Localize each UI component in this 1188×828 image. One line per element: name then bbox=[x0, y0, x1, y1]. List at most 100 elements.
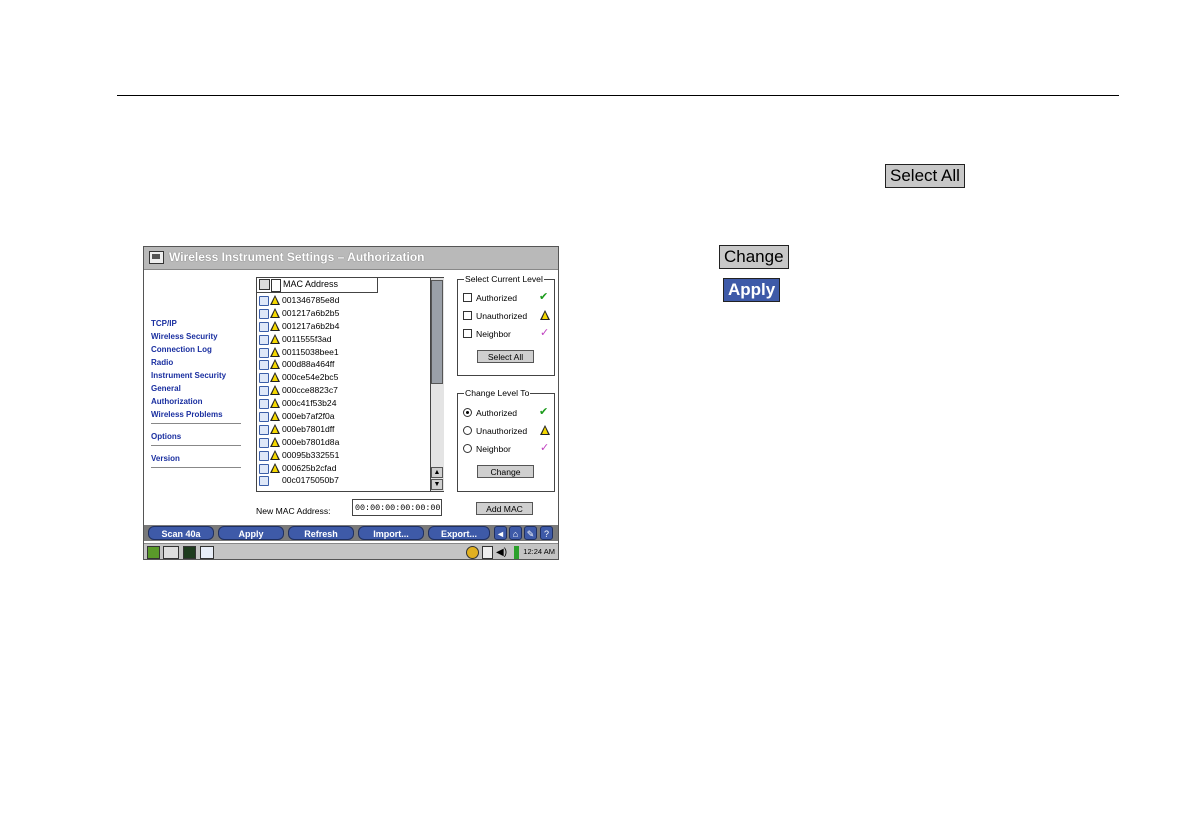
help-icon[interactable]: ? bbox=[540, 526, 553, 540]
clipboard-icon[interactable] bbox=[482, 546, 493, 559]
scroll-up-arrow-icon[interactable]: ▲ bbox=[431, 467, 443, 478]
list-item[interactable]: 000625b2cfad bbox=[257, 462, 429, 475]
list-item[interactable]: 001346785e8d bbox=[257, 294, 429, 307]
wrench-icon[interactable]: ✎ bbox=[524, 526, 537, 540]
mac-address-text: 001217a6b2b4 bbox=[282, 320, 340, 331]
change-inline-button: Change bbox=[719, 245, 789, 269]
terminal-icon[interactable] bbox=[183, 546, 196, 559]
authorized-radio-label: Authorized bbox=[476, 408, 518, 418]
new-mac-input[interactable]: 00:00:00:00:00:00 bbox=[352, 499, 442, 516]
back-arrow-icon[interactable]: ◄ bbox=[494, 526, 507, 540]
select-all-button[interactable]: Select All bbox=[477, 350, 534, 363]
refresh-button[interactable]: Refresh bbox=[288, 526, 354, 540]
select-current-level-group: Select Current Level Authorized ✔ Unauth… bbox=[457, 274, 555, 376]
sidebar-item-connection-log[interactable]: Connection Log bbox=[151, 343, 243, 356]
checkbox-icon bbox=[463, 329, 472, 338]
neighbor-check-icon: ✓ bbox=[540, 442, 550, 454]
mac-address-column-header[interactable]: MAC Address bbox=[283, 279, 338, 289]
station-device-icon bbox=[259, 412, 269, 423]
warning-icon bbox=[270, 385, 280, 396]
home-icon[interactable]: ⌂ bbox=[509, 526, 522, 540]
checkbox-icon bbox=[463, 293, 472, 302]
export-button[interactable]: Export... bbox=[428, 526, 490, 540]
station-device-icon bbox=[259, 424, 269, 435]
mac-rows: 001346785e8d 001217a6b2b5 001217a6b2b4 0011… bbox=[257, 294, 429, 487]
list-scrollbar[interactable]: ▲ ▼ bbox=[430, 278, 444, 491]
station-device-icon bbox=[259, 463, 269, 474]
sidebar-item-radio[interactable]: Radio bbox=[151, 356, 243, 369]
status-column-icon bbox=[271, 279, 281, 292]
mac-address-list[interactable]: MAC Address 001346785e8d 001217a6b2b5 0012… bbox=[256, 277, 444, 492]
sidebar-item-authorization[interactable]: Authorization bbox=[151, 395, 243, 408]
keyboard-icon[interactable] bbox=[163, 546, 179, 559]
warning-icon bbox=[270, 295, 280, 305]
network-icon[interactable] bbox=[466, 546, 479, 559]
neighbor-radio[interactable]: Neighbor bbox=[463, 443, 511, 455]
sidebar-item-wireless-problems[interactable]: Wireless Problems bbox=[151, 408, 243, 421]
warning-icon bbox=[540, 425, 550, 435]
app-launcher-icon[interactable] bbox=[147, 546, 160, 559]
add-mac-button[interactable]: Add MAC bbox=[476, 502, 533, 515]
apply-button[interactable]: Apply bbox=[218, 526, 284, 540]
authorized-radio[interactable]: Authorized bbox=[463, 407, 517, 419]
authorized-label: Authorized bbox=[476, 293, 518, 303]
mac-address-text: 000c41f53b24 bbox=[282, 398, 337, 409]
sidebar-item-general[interactable]: General bbox=[151, 382, 243, 395]
warning-icon bbox=[270, 346, 280, 357]
sidebar-item-instrument-security[interactable]: Instrument Security bbox=[151, 369, 243, 382]
warning-icon bbox=[270, 423, 280, 434]
station-device-icon bbox=[259, 296, 269, 306]
mac-address-text: 000eb7af2f0a bbox=[282, 411, 335, 422]
authorized-check-icon: ✔ bbox=[539, 291, 549, 303]
list-item[interactable]: 000cce8823c7 bbox=[257, 384, 429, 397]
list-header: MAC Address bbox=[257, 278, 378, 293]
list-item[interactable]: 001217a6b2b4 bbox=[257, 320, 429, 333]
list-item[interactable]: 001217a6b2b5 bbox=[257, 307, 429, 320]
window-icon bbox=[149, 251, 164, 264]
list-item[interactable]: 000eb7af2f0a bbox=[257, 410, 429, 423]
window-icon[interactable] bbox=[200, 546, 214, 559]
list-item[interactable]: 000eb7801dff bbox=[257, 423, 429, 436]
sidebar-item-options[interactable]: Options bbox=[151, 430, 243, 443]
title-bar: Wireless Instrument Settings – Authoriza… bbox=[144, 247, 558, 270]
list-item[interactable]: 000d88a464ff bbox=[257, 358, 429, 371]
change-button[interactable]: Change bbox=[477, 465, 534, 478]
list-item[interactable]: 00c0175050b7 bbox=[257, 474, 429, 487]
unauthorized-checkbox[interactable]: Unauthorized bbox=[463, 310, 527, 322]
sidebar-item-tcpip[interactable]: TCP/IP bbox=[151, 317, 243, 330]
speaker-icon[interactable]: ◀) bbox=[496, 546, 510, 559]
scroll-thumb[interactable] bbox=[431, 280, 443, 384]
scan-button[interactable]: Scan 40a bbox=[148, 526, 214, 540]
authorized-checkbox[interactable]: Authorized bbox=[463, 292, 517, 304]
list-item[interactable]: 00095b332551 bbox=[257, 449, 429, 462]
neighbor-checkbox[interactable]: Neighbor bbox=[463, 328, 511, 340]
status-bar: ◀) 12:24 AM bbox=[144, 543, 558, 559]
divider bbox=[151, 467, 241, 468]
warning-icon bbox=[270, 372, 280, 383]
warning-icon bbox=[270, 411, 280, 422]
list-item[interactable]: 000c41f53b24 bbox=[257, 397, 429, 410]
warning-icon bbox=[270, 333, 280, 344]
sidebar-nav: TCP/IP Wireless Security Connection Log … bbox=[151, 317, 243, 474]
list-item[interactable]: 000ce54e2bc5 bbox=[257, 371, 429, 384]
unauthorized-radio-label: Unauthorized bbox=[476, 426, 528, 436]
list-item[interactable]: 000eb7801d8a bbox=[257, 436, 429, 449]
mac-address-text: 00c0175050b7 bbox=[282, 475, 339, 486]
sidebar-item-version[interactable]: Version bbox=[151, 452, 243, 465]
scroll-down-arrow-icon[interactable]: ▼ bbox=[431, 479, 443, 490]
change-level-group: Change Level To Authorized ✔ Unauthorize… bbox=[457, 388, 555, 492]
checkbox-icon bbox=[463, 311, 472, 320]
neighbor-label: Neighbor bbox=[476, 329, 511, 339]
select-current-level-title: Select Current Level bbox=[464, 274, 544, 284]
mac-address-text: 00095b332551 bbox=[282, 449, 340, 460]
sidebar-item-wireless-security[interactable]: Wireless Security bbox=[151, 330, 243, 343]
station-device-icon bbox=[259, 399, 269, 410]
list-item[interactable]: 0011555f3ad bbox=[257, 333, 429, 346]
select-all-inline-button: Select All bbox=[885, 164, 965, 188]
import-button[interactable]: Import... bbox=[358, 526, 424, 540]
unauthorized-radio[interactable]: Unauthorized bbox=[463, 425, 527, 437]
list-item[interactable]: 00115038bee1 bbox=[257, 346, 429, 359]
radio-icon bbox=[463, 426, 472, 435]
device-column-icon bbox=[259, 279, 270, 290]
station-device-icon bbox=[259, 360, 269, 371]
